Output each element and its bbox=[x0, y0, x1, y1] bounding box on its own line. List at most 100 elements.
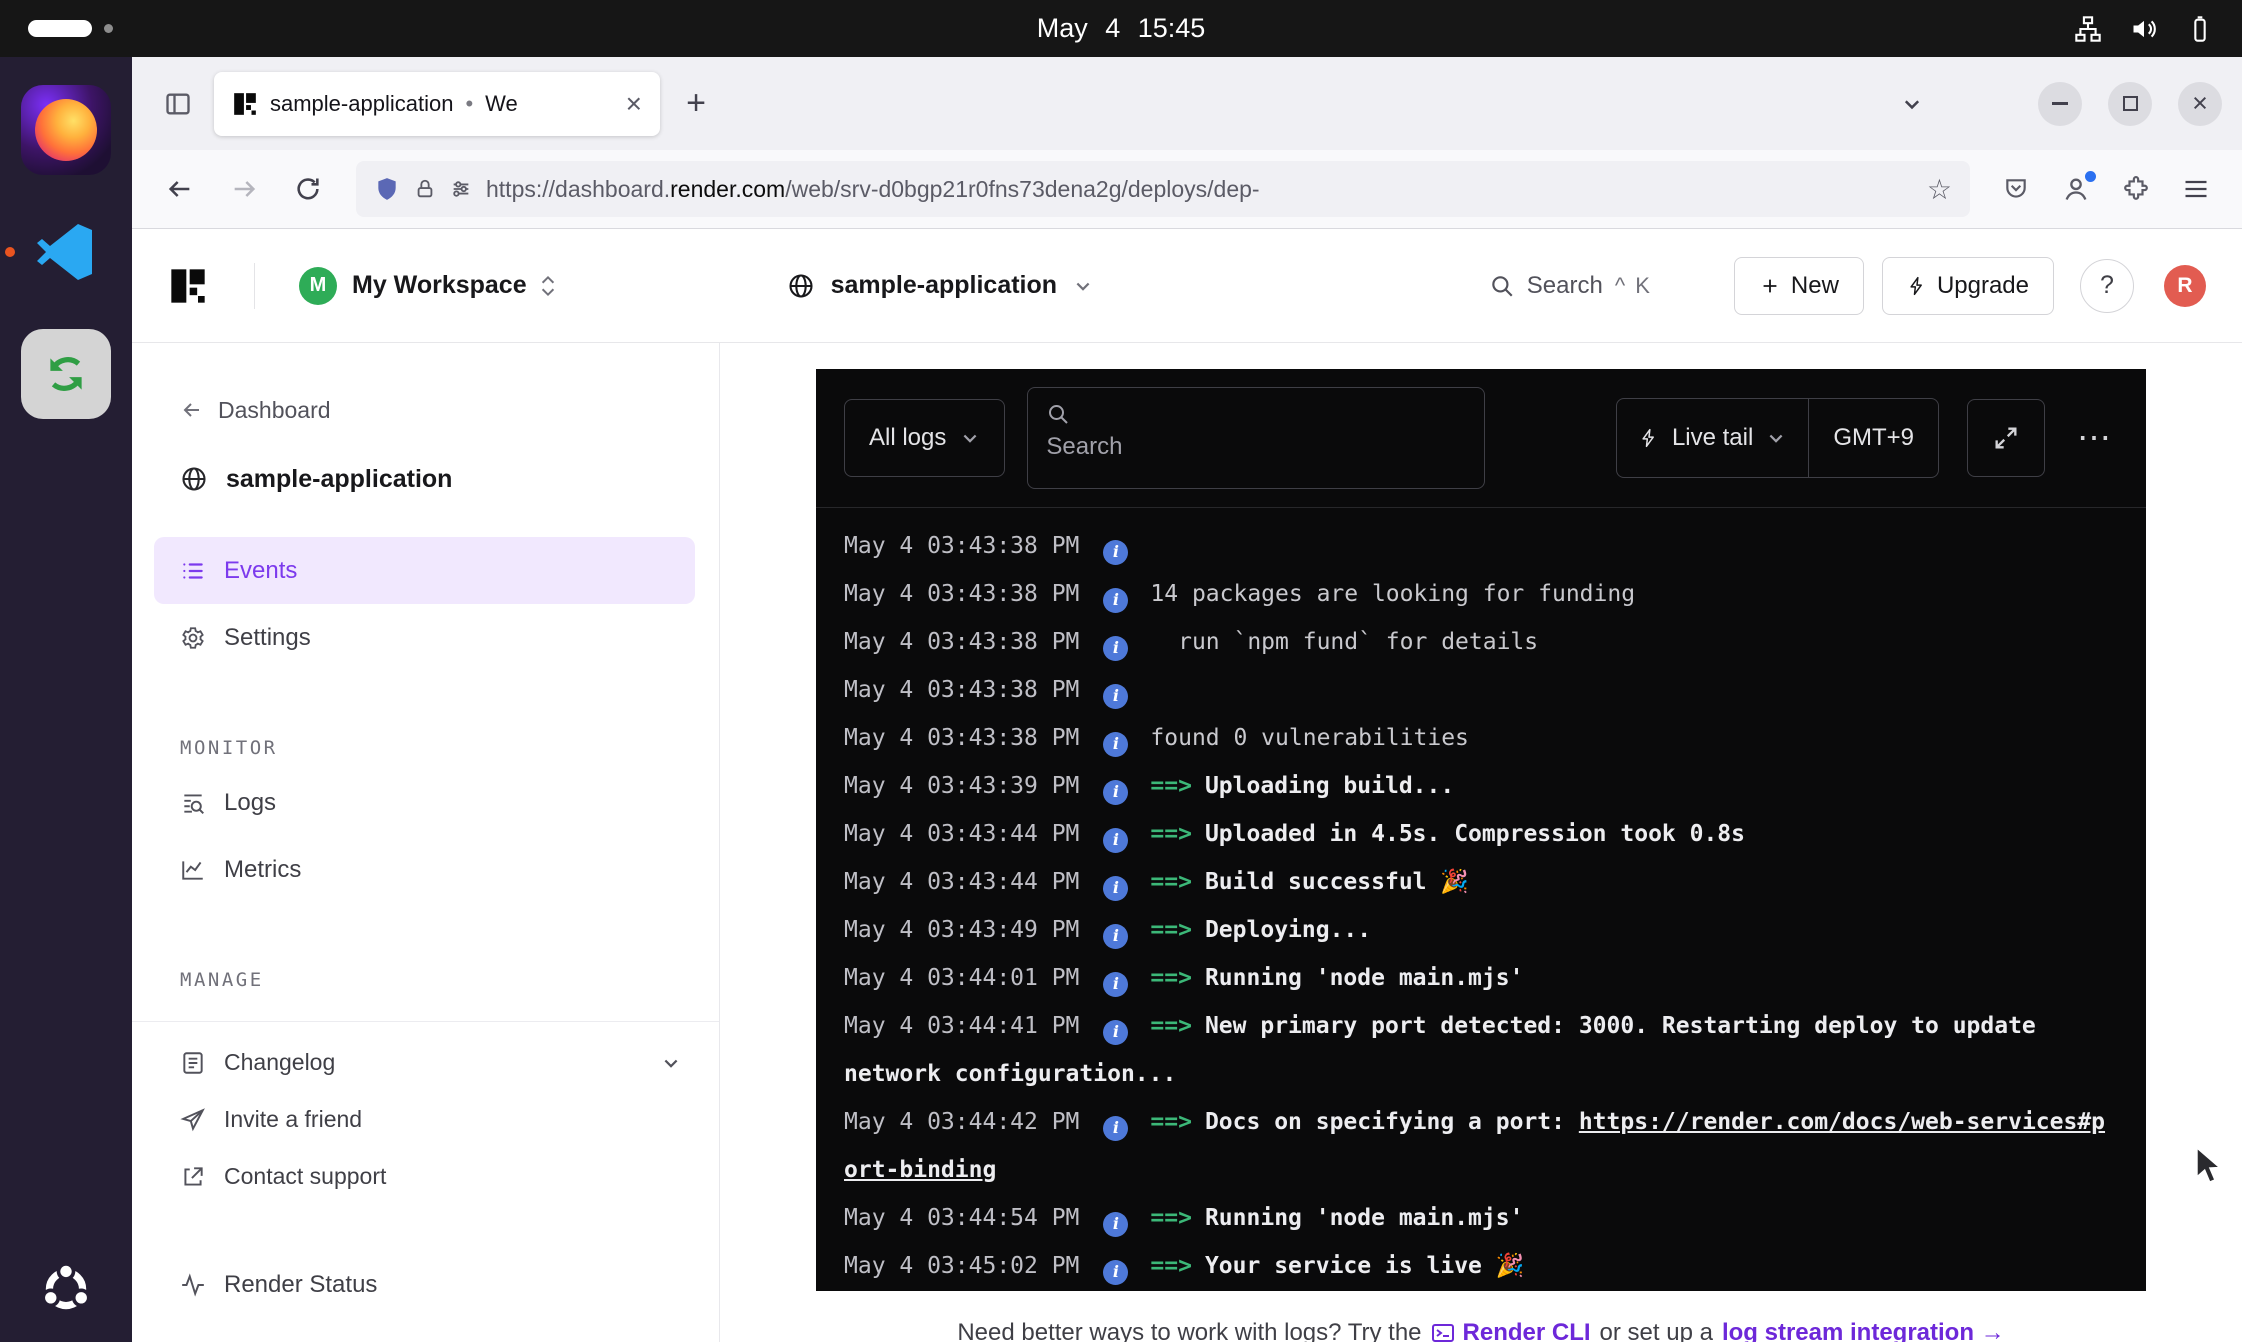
live-tail-group: Live tail GMT+9 bbox=[1616, 398, 1939, 478]
permissions-icon[interactable] bbox=[450, 178, 472, 200]
user-avatar[interactable]: R bbox=[2164, 265, 2206, 307]
paper-plane-icon bbox=[180, 1107, 206, 1133]
lock-icon[interactable] bbox=[414, 178, 436, 200]
url-bar[interactable]: https://dashboard.render.com/web/srv-d0b… bbox=[356, 161, 1970, 217]
log-row: May 4 03:44:54 PMi==>Running 'node main.… bbox=[844, 1194, 2118, 1242]
info-icon: i bbox=[1103, 924, 1128, 949]
render-logo[interactable] bbox=[168, 266, 208, 306]
metrics-chart-icon bbox=[180, 857, 206, 883]
main-content: All logs Search bbox=[720, 343, 2242, 1342]
tab-title: sample-application bbox=[270, 91, 453, 117]
log-row: May 4 03:43:38 PMi14 packages are lookin… bbox=[844, 570, 2118, 618]
tab-close-button[interactable]: × bbox=[626, 90, 642, 118]
new-tab-button[interactable]: + bbox=[670, 78, 722, 130]
log-more-button[interactable]: ⋯ bbox=[2073, 418, 2118, 458]
tab-separator: • bbox=[465, 91, 473, 117]
forward-icon bbox=[230, 175, 258, 203]
info-icon: i bbox=[1103, 1116, 1128, 1141]
log-message: Uploading build... bbox=[1205, 773, 1454, 799]
log-search-input[interactable]: Search bbox=[1027, 387, 1485, 489]
live-tail-dropdown[interactable]: Live tail bbox=[1617, 399, 1809, 477]
log-message: Your service is live 🎉 bbox=[1205, 1253, 1524, 1279]
sidebar-item-invite[interactable]: Invite a friend bbox=[154, 1091, 695, 1148]
back-label: Dashboard bbox=[218, 397, 331, 424]
log-row: May 4 03:43:49 PMi==>Deploying... bbox=[844, 906, 2118, 954]
header-divider bbox=[254, 263, 255, 309]
back-to-dashboard-link[interactable]: Dashboard bbox=[154, 389, 695, 431]
global-search[interactable]: Search ^ K bbox=[1489, 272, 1652, 300]
vscode-icon[interactable] bbox=[21, 207, 111, 297]
extensions-button[interactable] bbox=[2114, 167, 2158, 211]
workspace-switcher-icon[interactable] bbox=[539, 273, 557, 299]
help-button[interactable]: ? bbox=[2080, 259, 2134, 313]
workspace-dot bbox=[104, 24, 113, 33]
sidebar-item-metrics[interactable]: Metrics bbox=[154, 836, 695, 903]
sidebar-item-events[interactable]: Events bbox=[154, 537, 695, 604]
firefox-view-button[interactable] bbox=[152, 78, 204, 130]
sidebar-item-changelog[interactable]: Changelog bbox=[154, 1034, 695, 1091]
ubuntu-logo-icon[interactable] bbox=[37, 1260, 95, 1318]
logs-icon bbox=[180, 790, 206, 816]
search-label: Search bbox=[1527, 272, 1603, 300]
workspace-name[interactable]: My Workspace bbox=[352, 271, 527, 300]
sidebar-service-title[interactable]: sample-application bbox=[154, 455, 695, 503]
software-updater-icon[interactable] bbox=[21, 329, 111, 419]
sidebar-service-name: sample-application bbox=[226, 465, 452, 494]
log-arrow: ==> bbox=[1150, 965, 1192, 991]
url-text[interactable]: https://dashboard.render.com/web/srv-d0b… bbox=[486, 176, 1913, 203]
vscode-logo bbox=[34, 220, 98, 284]
reload-button[interactable] bbox=[284, 165, 332, 213]
system-top-bar: May 4 15:45 bbox=[0, 0, 2242, 57]
account-button[interactable] bbox=[2054, 167, 2098, 211]
system-tray[interactable] bbox=[2074, 15, 2214, 43]
live-tail-label: Live tail bbox=[1672, 424, 1753, 452]
new-button[interactable]: New bbox=[1734, 257, 1864, 315]
forward-button[interactable] bbox=[220, 165, 268, 213]
tracking-shield-icon[interactable] bbox=[374, 176, 400, 202]
log-panel: All logs Search bbox=[816, 369, 2146, 1291]
recycle-icon bbox=[41, 349, 91, 399]
info-icon: i bbox=[1103, 828, 1128, 853]
search-icon bbox=[1489, 273, 1515, 299]
close-button[interactable]: × bbox=[2178, 82, 2222, 126]
battery-icon bbox=[2186, 15, 2214, 43]
sidebar-item-logs[interactable]: Logs bbox=[154, 769, 695, 836]
chevron-down-icon bbox=[960, 428, 980, 448]
workspace-indicator[interactable] bbox=[28, 20, 113, 37]
back-button[interactable] bbox=[156, 165, 204, 213]
upgrade-button[interactable]: Upgrade bbox=[1882, 257, 2054, 315]
service-selector[interactable]: sample-application bbox=[787, 271, 1093, 300]
log-row: May 4 03:43:38 PMi bbox=[844, 666, 2118, 714]
url-path: /web/srv-d0bgp21r0fns73dena2g/deploys/de… bbox=[785, 176, 1259, 202]
url-domain: render.com bbox=[670, 176, 785, 202]
invite-label: Invite a friend bbox=[224, 1106, 362, 1133]
ubuntu-desktop: May 4 15:45 bbox=[0, 0, 2242, 1342]
menu-button[interactable] bbox=[2174, 167, 2218, 211]
active-tab[interactable]: sample-application • We × bbox=[214, 72, 660, 136]
status-label: Render Status bbox=[224, 1271, 377, 1299]
list-all-tabs-button[interactable] bbox=[1886, 78, 1938, 130]
sidebar-item-render-status[interactable]: Render Status bbox=[154, 1251, 695, 1318]
bookmark-star-icon[interactable]: ☆ bbox=[1927, 173, 1952, 206]
firefox-icon[interactable] bbox=[21, 85, 111, 175]
pocket-button[interactable] bbox=[1994, 167, 2038, 211]
log-stream-link[interactable]: log stream integration → bbox=[1722, 1319, 2005, 1342]
log-row: May 4 03:43:38 PMifound 0 vulnerabilitie… bbox=[844, 714, 2118, 762]
system-clock[interactable]: May 4 15:45 bbox=[1037, 13, 1206, 44]
info-icon: i bbox=[1103, 1212, 1128, 1237]
chevron-down-icon bbox=[1766, 428, 1786, 448]
log-filter-dropdown[interactable]: All logs bbox=[844, 399, 1005, 477]
sidebar-item-settings[interactable]: Settings bbox=[154, 604, 695, 671]
metrics-label: Metrics bbox=[224, 856, 301, 884]
minimize-button[interactable] bbox=[2038, 82, 2082, 126]
log-arrow: ==> bbox=[1150, 1109, 1192, 1135]
log-row: May 4 03:44:42 PMi==>Docs on specifying … bbox=[844, 1098, 2118, 1194]
maximize-button[interactable] bbox=[2108, 82, 2152, 126]
sidebar-item-contact-support[interactable]: Contact support bbox=[154, 1148, 695, 1205]
timezone-button[interactable]: GMT+9 bbox=[1809, 399, 1938, 477]
expand-logs-button[interactable] bbox=[1967, 399, 2045, 477]
render-cli-label: Render CLI bbox=[1463, 1319, 1591, 1342]
render-cli-link[interactable]: Render CLI bbox=[1431, 1319, 1591, 1342]
firefox-view-icon bbox=[164, 90, 192, 118]
log-timestamp: May 4 03:43:38 PM bbox=[844, 533, 1079, 559]
